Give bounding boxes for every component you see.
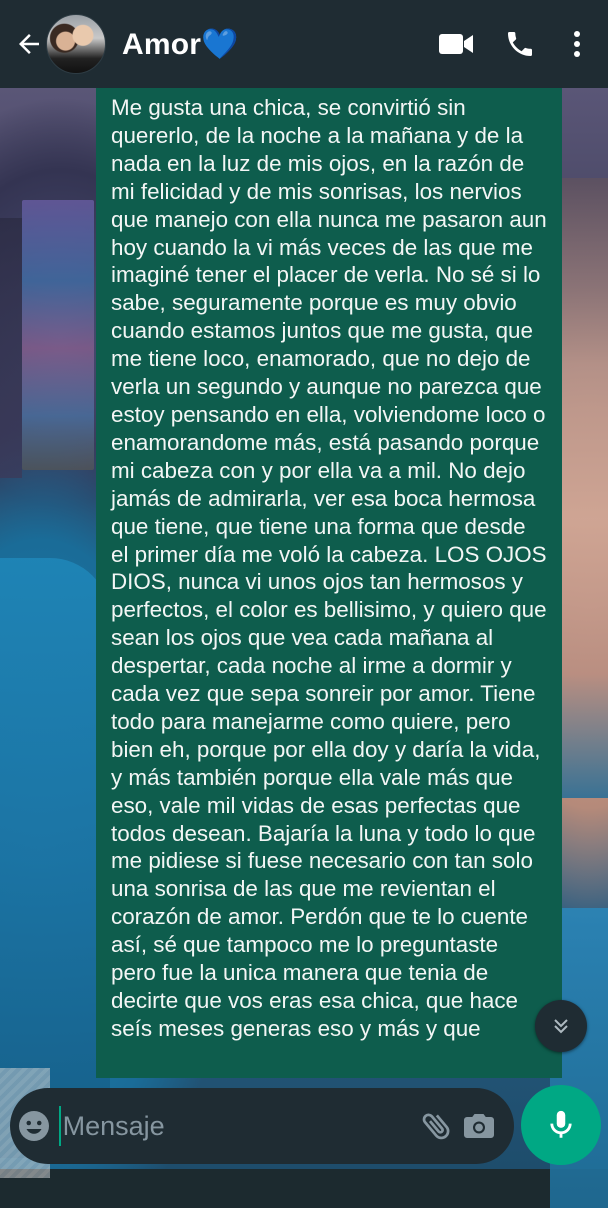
emoji-button[interactable] (10, 1088, 59, 1164)
voice-message-button[interactable] (521, 1085, 601, 1165)
back-button[interactable] (8, 23, 50, 65)
message-composer (10, 1088, 514, 1164)
message-text: Me gusta una chica, se convirtió sin que… (111, 95, 547, 1041)
video-call-button[interactable] (424, 14, 488, 74)
contact-name[interactable]: Amor💙 (122, 27, 239, 62)
microphone-icon (550, 1110, 572, 1138)
attach-button[interactable] (417, 1088, 459, 1164)
message-input[interactable] (58, 1106, 417, 1146)
more-options-button[interactable] (552, 14, 602, 74)
wallpaper-detail (0, 218, 22, 478)
header-actions (424, 14, 608, 74)
message-bubble[interactable]: Me gusta una chica, se convirtió sin que… (96, 88, 562, 1078)
chat-header: Amor💙 (0, 0, 608, 88)
video-camera-icon (439, 34, 473, 54)
emoji-icon (19, 1111, 50, 1141)
scroll-to-bottom-button[interactable] (535, 1000, 587, 1052)
paperclip-icon (423, 1113, 450, 1140)
camera-button[interactable] (458, 1088, 500, 1164)
double-chevron-down-icon (554, 1019, 568, 1034)
voice-call-button[interactable] (488, 14, 552, 74)
phone-icon (508, 32, 532, 56)
arrow-left-icon (19, 34, 39, 54)
wallpaper-poster (22, 200, 94, 470)
camera-icon (464, 1114, 495, 1138)
contact-avatar[interactable] (46, 14, 106, 74)
more-vertical-icon (574, 31, 580, 57)
